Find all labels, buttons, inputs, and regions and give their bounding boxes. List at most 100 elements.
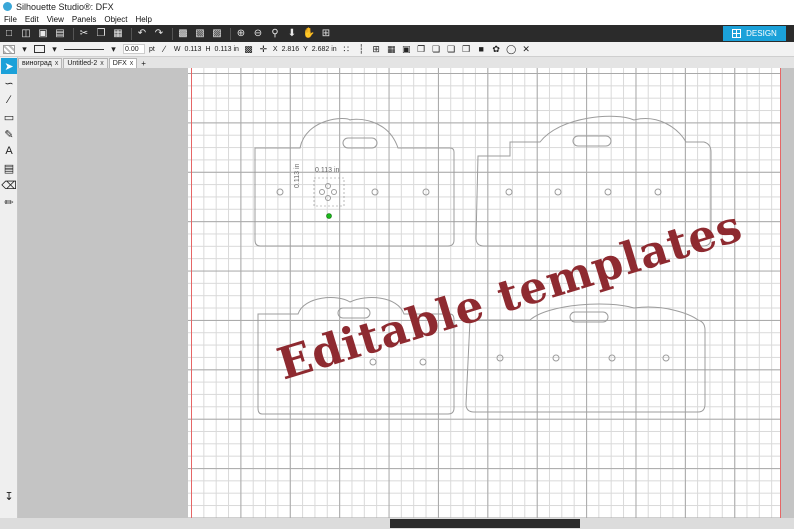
menu-edit[interactable]: Edit	[25, 15, 39, 24]
menu-file[interactable]: File	[4, 15, 17, 24]
toolbar-divider	[73, 27, 74, 40]
dimension-width-label: 0.113 in	[315, 167, 340, 174]
eraser-tool-icon[interactable]: ⌫	[1, 177, 17, 193]
zoom-box-icon[interactable]: ⚲	[268, 27, 282, 40]
tab-label: DFX	[112, 60, 127, 67]
paste-icon[interactable]: ▦	[111, 27, 125, 40]
hole	[604, 188, 612, 196]
line-tool-icon[interactable]: ∕	[1, 92, 17, 108]
chevron-down-icon[interactable]: ▾	[108, 44, 119, 55]
menu-view[interactable]: View	[47, 15, 64, 24]
line-preview[interactable]	[64, 48, 104, 50]
hole	[276, 188, 284, 196]
fill-tool-icon[interactable]: ▤	[1, 160, 17, 176]
grid-icon	[732, 29, 742, 38]
print-icon[interactable]: ▤	[53, 27, 67, 40]
open-icon[interactable]: ◫	[19, 27, 33, 40]
arrange-back-icon[interactable]: ❒	[461, 44, 472, 55]
selection-handle	[326, 213, 332, 219]
pan-icon[interactable]: ✋	[302, 27, 316, 40]
redo-icon[interactable]: ↷	[152, 27, 166, 40]
chevron-down-icon[interactable]: ▾	[49, 44, 60, 55]
hang-slot-4	[569, 311, 609, 323]
tab-dfx[interactable]: DFX x	[108, 58, 138, 68]
x-field[interactable]: 2.816	[282, 46, 300, 53]
height-field[interactable]: 0.113 in	[215, 46, 239, 53]
replicate-icon[interactable]: ◯	[506, 44, 517, 55]
arrange-forward-icon[interactable]: ❏	[431, 44, 442, 55]
width-field[interactable]: 0.113	[184, 46, 201, 53]
dimension-height-label: 0.113 in	[294, 163, 301, 188]
workspace-background	[18, 68, 188, 518]
close-icon[interactable]: x	[55, 60, 59, 67]
hole	[654, 188, 662, 196]
new-file-icon[interactable]: □	[2, 27, 16, 40]
y-label: Y	[303, 45, 308, 53]
width-label: W	[173, 45, 181, 53]
height-label: H	[205, 45, 211, 53]
move-down-icon[interactable]: ⬇	[285, 27, 299, 40]
hole	[419, 358, 427, 366]
offset-icon[interactable]: ▣	[401, 44, 412, 55]
hole	[662, 354, 670, 362]
text-tool-icon[interactable]: A	[1, 143, 17, 159]
fill-pattern-icon[interactable]: ■	[476, 44, 487, 55]
hang-slot-2	[572, 135, 612, 147]
group-icon[interactable]: ▩	[176, 27, 190, 40]
close-icon[interactable]: ✕	[521, 44, 532, 55]
save-icon[interactable]: ▣	[36, 27, 50, 40]
cut-icon[interactable]: ✂	[77, 27, 91, 40]
library-download-icon[interactable]: ↧	[1, 488, 17, 504]
copy-icon[interactable]: ❐	[94, 27, 108, 40]
close-icon[interactable]: x	[130, 60, 134, 67]
center-icon[interactable]: ⊞	[371, 44, 382, 55]
chevron-down-icon[interactable]: ▾	[19, 44, 30, 55]
tab-vinograd[interactable]: виноград x	[18, 58, 63, 68]
arrange-front-icon[interactable]: ❐	[416, 44, 427, 55]
line-style-icon[interactable]	[34, 45, 45, 53]
tab-untitled-2[interactable]: Untitled-2 x	[63, 58, 108, 68]
silhouette-logo-icon	[3, 2, 12, 11]
zoom-out-icon[interactable]: ⊖	[251, 27, 265, 40]
flower-icon[interactable]: ✿	[491, 44, 502, 55]
hole	[319, 189, 325, 195]
fit-page-icon[interactable]: ⊞	[319, 27, 333, 40]
lock-icon[interactable]: ▩	[243, 44, 254, 55]
menu-help[interactable]: Help	[135, 15, 151, 24]
anchor-icon[interactable]: ∷	[341, 44, 352, 55]
fill-swatch[interactable]	[3, 44, 15, 54]
align-icon[interactable]: ┆	[356, 44, 367, 55]
undo-icon[interactable]: ↶	[135, 27, 149, 40]
design-tab-label: DESIGN	[746, 29, 777, 38]
move-icon: ✛	[259, 43, 268, 54]
arrange-backward-icon[interactable]: ❑	[446, 44, 457, 55]
left-toolbar: ➤ ∽ ∕ ▭ ✎ A ▤ ⌫ ✏ ↧	[0, 57, 18, 529]
hole	[331, 189, 337, 195]
hole	[422, 188, 430, 196]
menu-object[interactable]: Object	[104, 15, 127, 24]
tab-label: Untitled-2	[67, 60, 98, 67]
knife-tool-icon[interactable]: ✏	[1, 194, 17, 210]
select-arrow-icon[interactable]: ➤	[1, 58, 17, 74]
menu-panels[interactable]: Panels	[72, 15, 96, 24]
zoom-in-icon[interactable]: ⊕	[234, 27, 248, 40]
hole	[552, 354, 560, 362]
y-field[interactable]: 2.682 in	[312, 46, 337, 53]
design-tab[interactable]: DESIGN	[723, 26, 786, 41]
hang-slot-1	[342, 137, 378, 149]
hole	[325, 183, 331, 189]
edit-points-icon[interactable]: ∽	[1, 75, 17, 91]
hole	[496, 354, 504, 362]
menu-bar: File Edit View Panels Object Help	[0, 13, 794, 25]
add-tab-button[interactable]: +	[138, 59, 149, 68]
ungroup-icon[interactable]: ▧	[193, 27, 207, 40]
weld-icon[interactable]: ▦	[386, 44, 397, 55]
pencil-tool-icon[interactable]: ✎	[1, 126, 17, 142]
select-all-icon[interactable]: ▨	[210, 27, 224, 40]
horizontal-scrollbar[interactable]	[390, 519, 580, 528]
close-icon[interactable]: x	[100, 60, 104, 67]
window-title: Silhouette Studio®: DFX	[16, 1, 114, 12]
line-width-field[interactable]: 0.00	[123, 44, 145, 54]
hole	[371, 188, 379, 196]
rectangle-tool-icon[interactable]: ▭	[1, 109, 17, 125]
